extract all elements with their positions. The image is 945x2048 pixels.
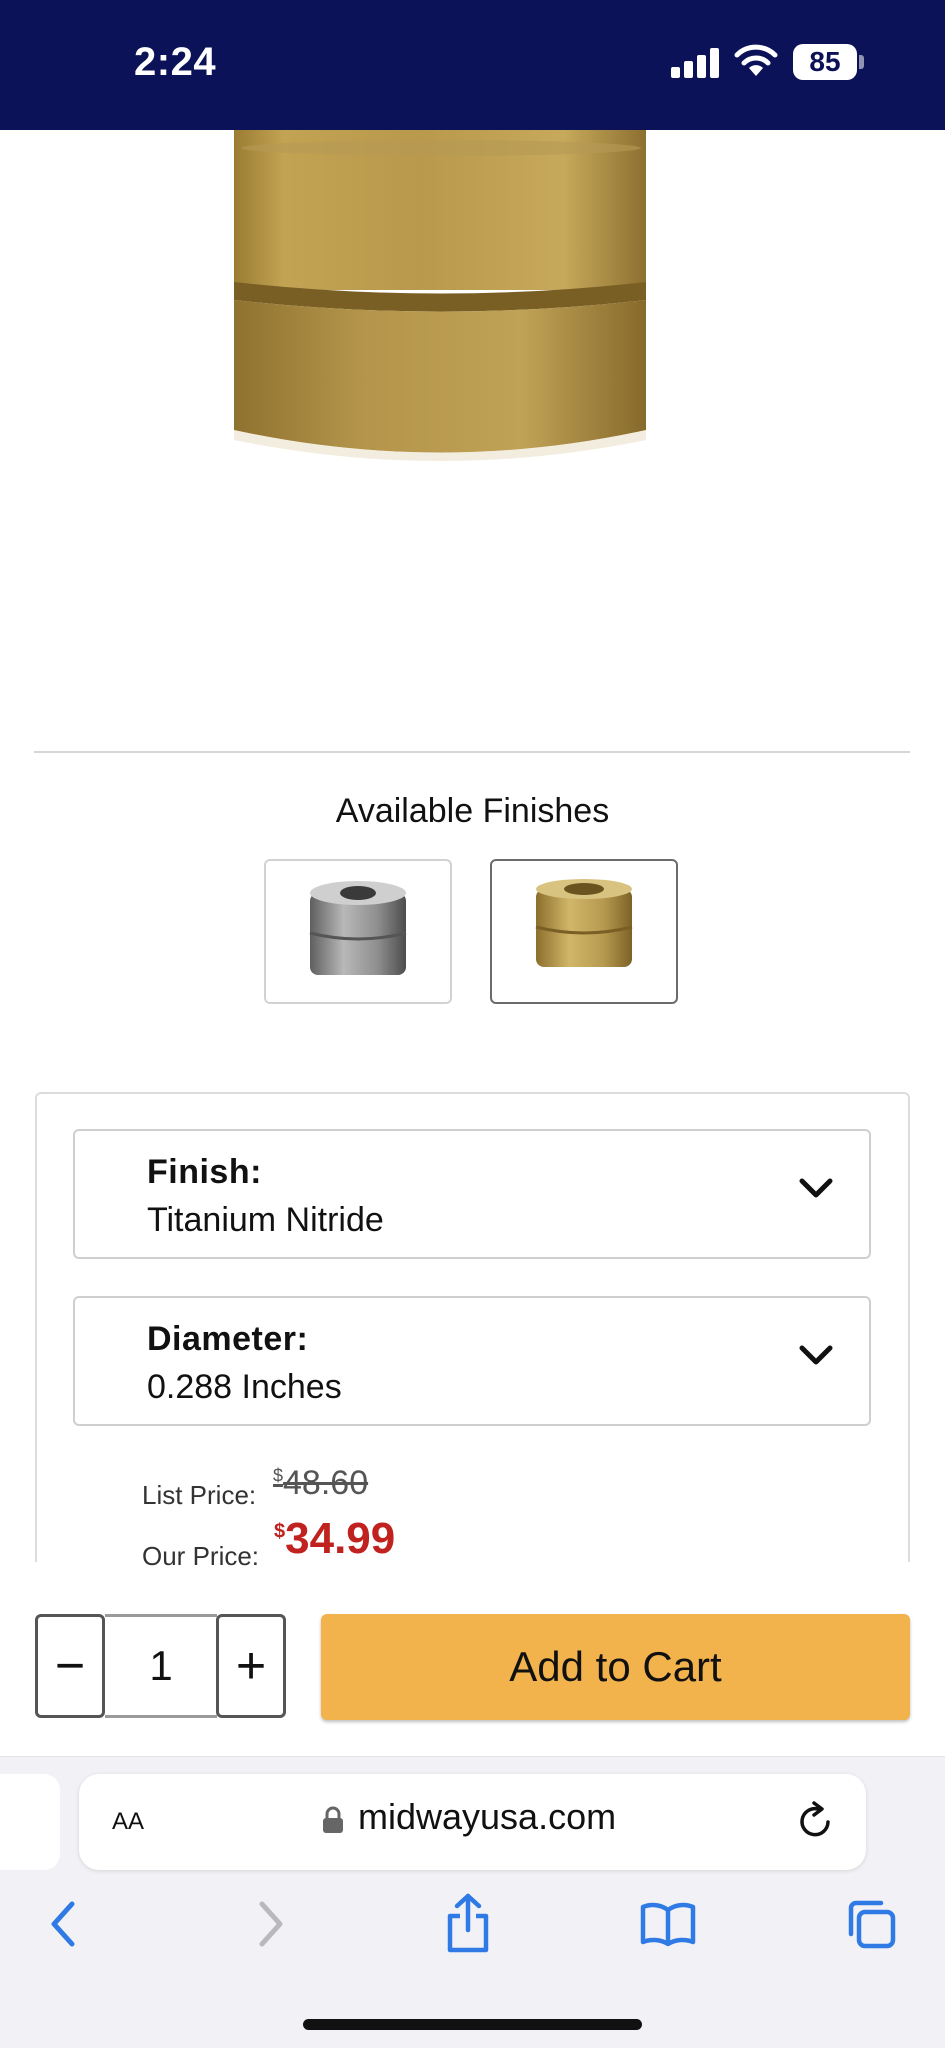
home-indicator[interactable]	[303, 2019, 642, 2030]
chevron-down-icon	[799, 1345, 833, 1365]
available-finishes-heading: Available Finishes	[335, 792, 610, 830]
list-price-currency: $	[273, 1465, 284, 1486]
finish-swatch-titanium-nitride[interactable]	[490, 859, 678, 1004]
section-divider	[34, 751, 910, 753]
finish-label: Finish:	[147, 1153, 262, 1191]
cellular-signal-icon	[671, 48, 721, 78]
reload-icon[interactable]	[796, 1800, 836, 1842]
back-icon[interactable]	[44, 1896, 80, 1952]
finish-swatch-steel[interactable]	[264, 859, 452, 1004]
list-price-value: 48.60	[283, 1464, 369, 1502]
battery-cap	[859, 55, 864, 69]
url-text[interactable]: midwayusa.com	[358, 1796, 616, 1838]
previous-tab-preview[interactable]	[0, 1774, 60, 1870]
share-icon[interactable]	[444, 1892, 492, 1954]
titanium-nitride-bushing-thumbnail	[535, 879, 633, 967]
quantity-increment-button[interactable]: +	[216, 1614, 286, 1718]
status-time: 2:24	[134, 40, 217, 84]
chevron-down-icon	[799, 1178, 833, 1198]
list-price-label: List Price:	[142, 1480, 257, 1510]
our-price: $34.99	[274, 1514, 395, 1564]
text-size-label: AA	[112, 1808, 145, 1835]
finish-value: Titanium Nitride	[147, 1201, 384, 1239]
our-price-value: 34.99	[285, 1514, 396, 1563]
add-to-cart-button[interactable]: Add to Cart	[321, 1614, 910, 1720]
finish-select[interactable]: Finish: Titanium Nitride	[73, 1129, 871, 1259]
quantity-decrement-button[interactable]: −	[35, 1614, 105, 1718]
our-price-currency: $	[274, 1520, 286, 1543]
product-image[interactable]	[0, 116, 945, 750]
tabs-icon[interactable]	[845, 1898, 897, 1950]
text-size-button[interactable]: AA	[112, 1800, 144, 1837]
quantity-input[interactable]: 1	[105, 1614, 217, 1718]
diameter-value: 0.288 Inches	[147, 1368, 342, 1406]
wifi-icon	[734, 44, 778, 76]
lock-icon	[323, 1806, 343, 1833]
diameter-label: Diameter:	[147, 1320, 309, 1358]
steel-bushing-thumbnail	[309, 881, 407, 975]
battery-level: 85	[809, 46, 841, 77]
our-price-label: Our Price:	[142, 1541, 260, 1571]
forward-icon[interactable]	[252, 1896, 288, 1952]
diameter-select[interactable]: Diameter: 0.288 Inches	[73, 1296, 871, 1426]
bookmarks-icon[interactable]	[640, 1900, 696, 1948]
list-price: $48.60	[273, 1464, 368, 1503]
